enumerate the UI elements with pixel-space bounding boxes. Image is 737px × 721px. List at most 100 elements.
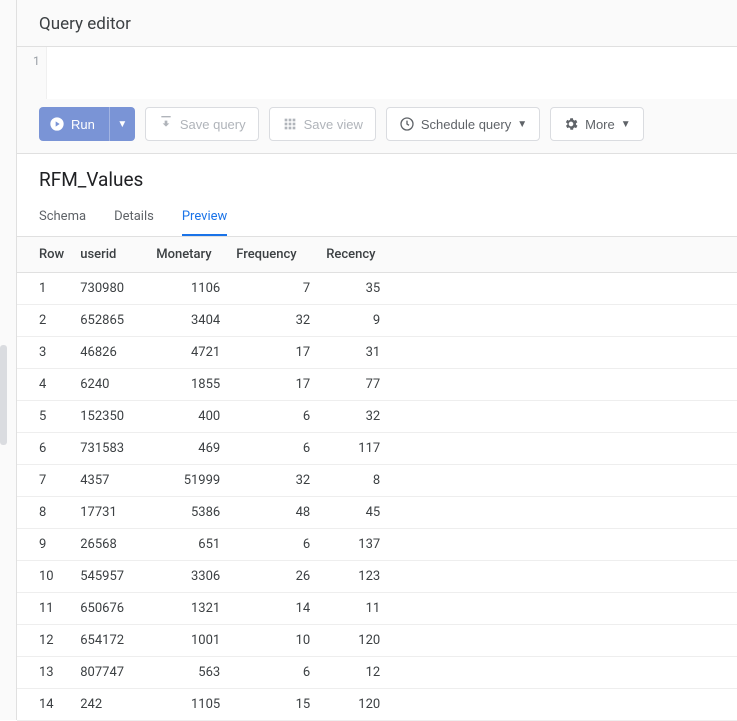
scrollbar-thumb[interactable] (0, 345, 7, 445)
cell-userid: 17731 (72, 497, 148, 529)
cell-blank (388, 433, 737, 465)
table-row[interactable]: 17309801106735 (17, 273, 737, 305)
more-label: More (585, 117, 615, 132)
table-row[interactable]: 1165067613211411 (17, 593, 737, 625)
cell-monetary: 51999 (148, 465, 228, 497)
cell-userid: 6240 (72, 369, 148, 401)
cell-frequency: 6 (228, 657, 318, 689)
col-recency[interactable]: Recency (318, 237, 388, 273)
gear-icon (563, 116, 579, 132)
table-row[interactable]: 13807747563612 (17, 657, 737, 689)
cell-blank (388, 497, 737, 529)
table-row[interactable]: 67315834696117 (17, 433, 737, 465)
editor-title: Query editor (39, 14, 715, 34)
cell-recency: 137 (318, 529, 388, 561)
col-monetary[interactable]: Monetary (148, 237, 228, 273)
cell-blank (388, 337, 737, 369)
cell-blank (388, 529, 737, 561)
col-row[interactable]: Row (17, 237, 72, 273)
cell-monetary: 4721 (148, 337, 228, 369)
cell-blank (388, 593, 737, 625)
cell-recency: 9 (318, 305, 388, 337)
save-view-label: Save view (304, 117, 363, 132)
line-gutter: 1 (17, 47, 47, 99)
cell-row: 6 (17, 433, 72, 465)
cell-monetary: 1105 (148, 689, 228, 721)
cell-recency: 11 (318, 593, 388, 625)
cell-row: 13 (17, 657, 72, 689)
tab-details[interactable]: Details (114, 209, 154, 236)
cell-frequency: 32 (228, 465, 318, 497)
schedule-query-button[interactable]: Schedule query ▼ (386, 107, 540, 141)
editor-header: Query editor (17, 0, 737, 47)
cell-monetary: 1106 (148, 273, 228, 305)
cell-monetary: 3404 (148, 305, 228, 337)
save-query-label: Save query (180, 117, 246, 132)
cell-row: 7 (17, 465, 72, 497)
cell-row: 14 (17, 689, 72, 721)
cell-frequency: 14 (228, 593, 318, 625)
cell-recency: 45 (318, 497, 388, 529)
more-button[interactable]: More ▼ (550, 107, 644, 141)
cell-blank (388, 305, 737, 337)
cell-recency: 35 (318, 273, 388, 305)
caret-down-icon: ▼ (621, 119, 631, 130)
schedule-query-label: Schedule query (421, 117, 511, 132)
table-row[interactable]: 5152350400632 (17, 401, 737, 433)
table-row[interactable]: 9265686516137 (17, 529, 737, 561)
clock-icon (399, 116, 415, 132)
table-row[interactable]: 14242110515120 (17, 689, 737, 721)
table-row[interactable]: 26528653404329 (17, 305, 737, 337)
cell-userid: 730980 (72, 273, 148, 305)
cell-row: 5 (17, 401, 72, 433)
table-row[interactable]: 34682647211731 (17, 337, 737, 369)
cell-row: 10 (17, 561, 72, 593)
cell-frequency: 7 (228, 273, 318, 305)
cell-recency: 117 (318, 433, 388, 465)
cell-blank (388, 625, 737, 657)
cell-recency: 8 (318, 465, 388, 497)
table-row[interactable]: 12654172100110120 (17, 625, 737, 657)
cell-recency: 12 (318, 657, 388, 689)
download-icon (158, 116, 174, 132)
sql-input[interactable] (47, 47, 737, 99)
cell-recency: 123 (318, 561, 388, 593)
table-row[interactable]: 4624018551777 (17, 369, 737, 401)
tab-schema[interactable]: Schema (39, 209, 86, 236)
table-row[interactable]: 7435751999328 (17, 465, 737, 497)
caret-down-icon: ▼ (117, 119, 127, 130)
cell-row: 3 (17, 337, 72, 369)
cell-blank (388, 465, 737, 497)
table-title: RFM_Values (17, 154, 737, 197)
cell-row: 4 (17, 369, 72, 401)
cell-frequency: 10 (228, 625, 318, 657)
run-dropdown-button[interactable]: ▼ (109, 107, 135, 141)
col-frequency[interactable]: Frequency (228, 237, 318, 273)
cell-frequency: 15 (228, 689, 318, 721)
cell-frequency: 32 (228, 305, 318, 337)
table-header-row: Row userid Monetary Frequency Recency (17, 237, 737, 273)
cell-recency: 120 (318, 689, 388, 721)
cell-userid: 242 (72, 689, 148, 721)
tabs: Schema Details Preview (17, 197, 737, 237)
cell-recency: 31 (318, 337, 388, 369)
grid-icon (282, 116, 298, 132)
cell-userid: 650676 (72, 593, 148, 625)
table-row[interactable]: 10545957330626123 (17, 561, 737, 593)
save-view-button[interactable]: Save view (269, 107, 376, 141)
cell-userid: 652865 (72, 305, 148, 337)
cell-frequency: 6 (228, 401, 318, 433)
cell-frequency: 26 (228, 561, 318, 593)
cell-monetary: 651 (148, 529, 228, 561)
cell-recency: 120 (318, 625, 388, 657)
col-userid[interactable]: userid (72, 237, 148, 273)
cell-userid: 46826 (72, 337, 148, 369)
play-icon (49, 116, 65, 132)
run-button[interactable]: Run (39, 107, 109, 141)
save-query-button[interactable]: Save query (145, 107, 259, 141)
cell-frequency: 17 (228, 369, 318, 401)
cell-blank (388, 401, 737, 433)
table-row[interactable]: 81773153864845 (17, 497, 737, 529)
cell-userid: 654172 (72, 625, 148, 657)
tab-preview[interactable]: Preview (182, 209, 227, 236)
